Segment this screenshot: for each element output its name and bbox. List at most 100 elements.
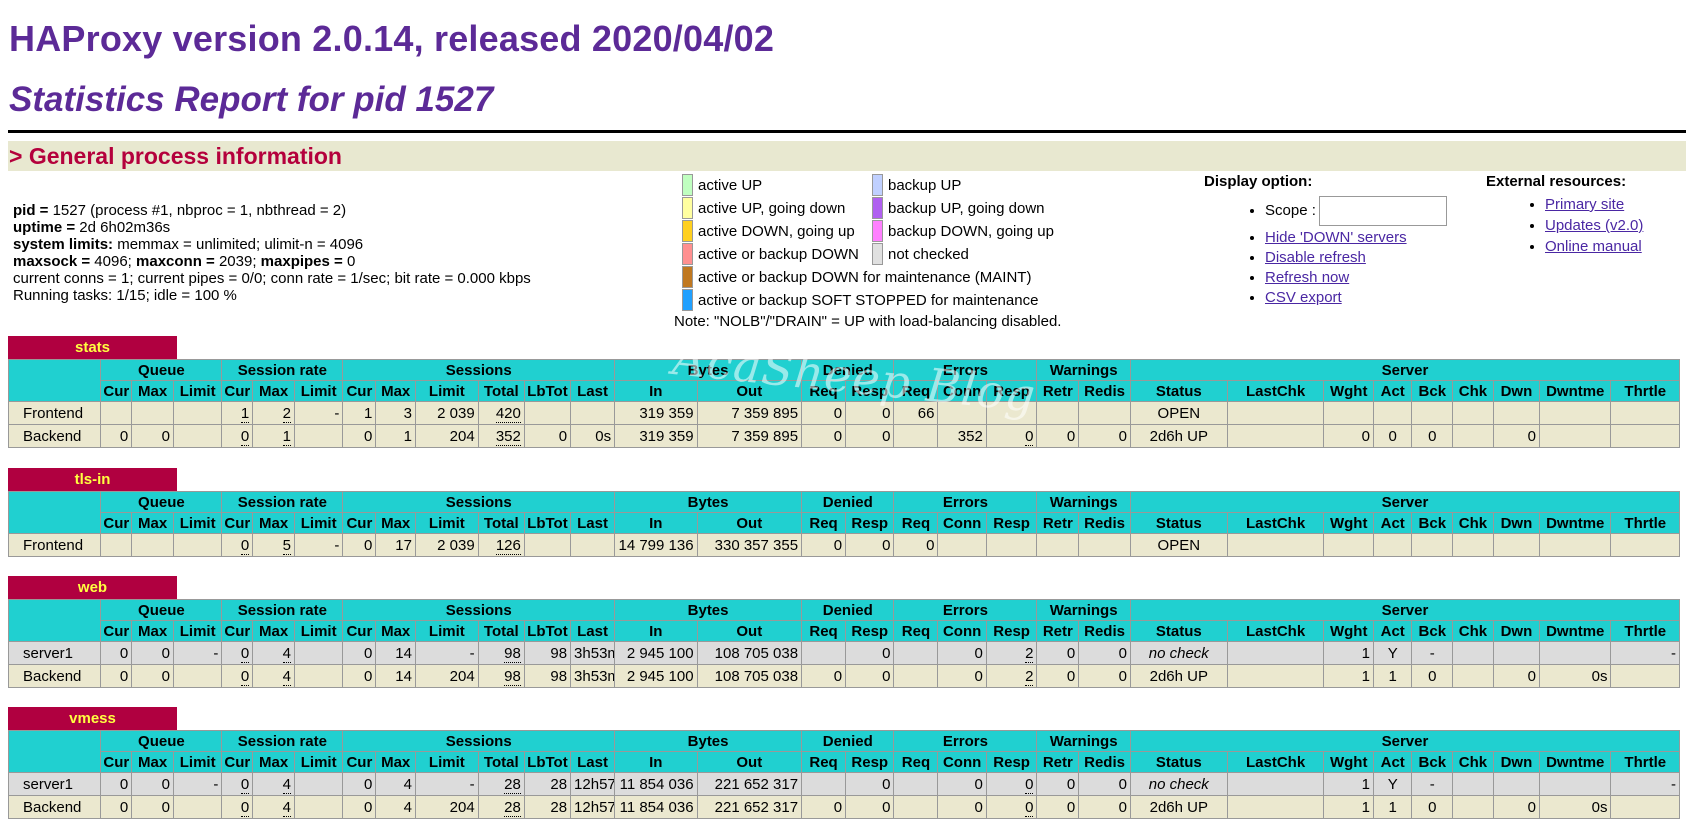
stat-value: 98: [504, 667, 521, 686]
proxy-name-vmess[interactable]: vmess: [8, 707, 177, 730]
header-blank: [7, 730, 102, 773]
table-cell: 2 039: [414, 401, 479, 425]
header-col: In: [614, 620, 698, 642]
table-cell: [1452, 401, 1494, 425]
table-cell: 0: [1036, 424, 1080, 448]
stat-value: 0: [240, 644, 250, 663]
stat-value: 5: [282, 536, 291, 555]
table-cell: 319 359: [614, 401, 698, 425]
stat-value: 0: [1025, 775, 1034, 794]
pid-value: 1527 (process #1, nbproc = 1, nbthread =…: [48, 202, 347, 219]
legend-label: active or backup SOFT STOPPED for mainte…: [698, 292, 1039, 309]
row-label[interactable]: Frontend: [7, 401, 102, 425]
header-col: Last: [570, 512, 616, 534]
table-cell: 14 799 136: [614, 533, 698, 557]
proxy-name-stats[interactable]: stats: [8, 336, 177, 359]
header-col: Wght: [1323, 751, 1374, 773]
table-cell: [985, 533, 1038, 557]
header-group: Sessions: [342, 599, 616, 621]
table-cell: 0: [1411, 424, 1454, 448]
table-cell: 0: [1492, 424, 1541, 448]
header-col: Total: [477, 512, 525, 534]
table-cell: 0: [523, 424, 572, 448]
divider: [8, 130, 1686, 133]
table-cell: 0: [221, 533, 254, 557]
table-cell: 0: [342, 772, 377, 796]
table-cell: 0: [131, 772, 174, 796]
table-cell: [1323, 533, 1374, 557]
header-col: Req: [801, 512, 847, 534]
proxy-name-web[interactable]: web: [8, 576, 177, 599]
disable-refresh-link[interactable]: Disable refresh: [1265, 249, 1366, 266]
header-col: Chk: [1452, 620, 1494, 642]
table-cell: 1: [342, 401, 377, 425]
table-cell: 0s: [570, 424, 616, 448]
header-col: Limit: [414, 512, 479, 534]
maxpipes-label: maxpipes =: [260, 253, 343, 270]
primary-site-link[interactable]: Primary site: [1545, 196, 1624, 213]
table-cell: 0: [221, 664, 254, 688]
table-cell: Y: [1372, 641, 1413, 665]
table-cell: [1538, 772, 1612, 796]
header-group: Denied: [801, 359, 895, 381]
table-cell: [570, 401, 616, 425]
proxy-name-tls-in[interactable]: tls-in: [8, 468, 177, 491]
header-col: Dwn: [1492, 751, 1541, 773]
header-col: LastChk: [1226, 751, 1325, 773]
header-col: Limit: [293, 620, 344, 642]
display-title: Display option:: [1204, 173, 1313, 190]
table-cell: 0: [937, 664, 987, 688]
table-cell: 5: [252, 533, 295, 557]
table-cell: 4: [252, 795, 295, 819]
page-subtitle: Statistics Report for pid 1527: [9, 80, 494, 119]
header-col: Act: [1372, 620, 1413, 642]
header-group: Server: [1129, 359, 1681, 381]
row-label[interactable]: Backend: [7, 664, 102, 688]
online-manual-link[interactable]: Online manual: [1545, 238, 1642, 255]
updates-link[interactable]: Updates (v2.0): [1545, 217, 1643, 234]
table-cell: [1078, 401, 1131, 425]
table-cell: [1492, 772, 1541, 796]
maxconn-label: maxconn =: [136, 253, 215, 270]
refresh-now-link[interactable]: Refresh now: [1265, 269, 1349, 286]
table-cell: 0: [342, 533, 377, 557]
table-cell: 1: [252, 424, 295, 448]
header-col: Out: [696, 380, 803, 402]
hide-down-servers-link[interactable]: Hide 'DOWN' servers: [1265, 229, 1407, 246]
header-col: Retr: [1036, 512, 1080, 534]
table-cell: 0: [342, 664, 377, 688]
table-cell: 352: [477, 424, 525, 448]
status-text: no check: [1148, 775, 1209, 793]
row-label[interactable]: Backend: [7, 424, 102, 448]
header-col: Thrtle: [1610, 751, 1680, 773]
header-col: Status: [1129, 751, 1228, 773]
header-col: Cur: [100, 620, 133, 642]
table-cell: [1036, 401, 1080, 425]
table-cell: 11 854 036: [614, 772, 698, 796]
header-col: Dwntme: [1538, 380, 1612, 402]
header-group: Session rate: [221, 599, 344, 621]
row-label[interactable]: server1: [7, 772, 102, 796]
header-col: LbTot: [523, 380, 572, 402]
table-cell: 0: [221, 424, 254, 448]
table-cell: 0: [100, 664, 133, 688]
table-cell: 12h57m: [570, 795, 616, 819]
table-cell: -: [1610, 772, 1680, 796]
row-label[interactable]: Frontend: [7, 533, 102, 557]
table-cell: 0: [1078, 664, 1131, 688]
scope-input[interactable]: [1318, 196, 1447, 227]
row-label[interactable]: server1: [7, 641, 102, 665]
table-cell: 204: [414, 664, 479, 688]
csv-export-link[interactable]: CSV export: [1265, 289, 1342, 306]
table-cell: [172, 664, 223, 688]
header-col: Max: [252, 512, 295, 534]
header-group: Sessions: [342, 491, 616, 513]
table-cell: 2d6h UP: [1129, 664, 1228, 688]
header-col: Resp: [845, 620, 895, 642]
table-cell: -: [293, 533, 344, 557]
page-title: HAProxy version 2.0.14, released 2020/04…: [9, 18, 775, 59]
uptime-value: 2d 6h02m36s: [75, 219, 171, 236]
header-col: Max: [252, 751, 295, 773]
header-col: Limit: [172, 380, 223, 402]
row-label[interactable]: Backend: [7, 795, 102, 819]
